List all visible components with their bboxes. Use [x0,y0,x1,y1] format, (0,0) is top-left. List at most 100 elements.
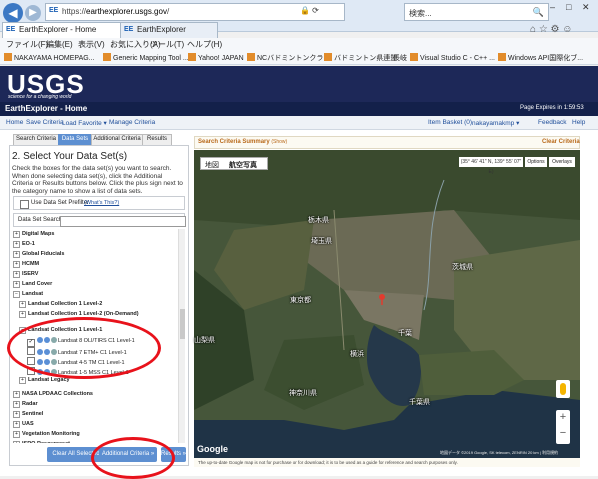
data-set-search-label: Data Set Search: [18,217,64,223]
expand-icon[interactable]: + [13,391,20,398]
search-icon[interactable]: 🔍 [533,7,544,18]
data-set-category[interactable]: + Landsat Legacy [19,377,70,384]
expand-icon[interactable]: + [13,231,20,238]
expand-icon[interactable]: + [19,311,26,318]
link-home[interactable]: Home [6,119,23,126]
user-menu[interactable]: nakayamakmp ▾ [472,119,519,127]
prefilter-row: Use Data Set Prefilter (What's This?) [13,196,185,210]
prefilter-checkbox[interactable] [20,200,29,209]
link-manage-criteria[interactable]: Manage Criteria [109,119,155,126]
collapse-icon[interactable]: − [13,291,20,298]
browser-search-input[interactable]: 検索... 🔍 [404,3,549,21]
satellite-map[interactable] [194,150,580,458]
menu-bar: ファイル(F) 編集(E) 表示(V) お気に入り(A) ツール(T) ヘルプ(… [0,38,598,51]
link-save-criteria[interactable]: Save Criteria [26,119,64,126]
map-attribution[interactable]: 地図データ ©2019 Google, SK telecom, ZENRIN 2… [440,450,558,456]
expand-icon[interactable]: + [13,421,20,428]
expand-icon[interactable]: + [19,301,26,308]
data-set-category[interactable]: + Land Cover [13,281,52,288]
zoom-control: + − [556,410,570,444]
fav-item[interactable]: NCバドミントンクラブ [247,53,330,63]
map-label: 埼玉県 [311,238,332,245]
data-set-label: Vegetation Monitoring [22,431,80,437]
step-title: 2. Select Your Data Set(s) [12,151,128,162]
fav-item[interactable]: NAKAYAMA HOMEPAG... [4,53,95,62]
data-set-category[interactable]: + Global Fiducials [13,251,64,258]
data-set-label: Sentinel [22,411,44,417]
back-button[interactable]: ◀ [3,3,23,23]
lock-refresh-icons[interactable]: 🔒 ⟳ [300,6,319,15]
tab-earthexplorer-home[interactable]: EEEarthExplorer - Home✕ [2,22,135,38]
street-view-pegman-icon[interactable] [556,380,570,398]
google-logo: Google [197,444,228,454]
expand-icon[interactable]: + [13,251,20,258]
map-label: 東京都 [290,297,311,304]
tree-scrollbar[interactable] [178,229,185,443]
map-label: 横浜 [350,351,364,358]
link-load-favorite[interactable]: Load Favorite ▾ [62,119,107,127]
map-options-button[interactable]: Options [525,157,547,167]
fav-item[interactable]: Generic Mapping Tool ... [103,53,189,62]
favorites-bar: NAKAYAMA HOMEPAG... Generic Mapping Tool… [0,51,598,65]
menu-view[interactable]: 表示(V) [78,39,105,50]
data-set-category[interactable]: + Sentinel [13,411,43,418]
map-type-satellite[interactable]: 航空写真 [229,160,257,170]
zoom-in-icon[interactable]: + [556,411,570,423]
link-help[interactable]: Help [572,119,585,126]
fav-item[interactable]: Visual Studio C - C++ ... [410,53,495,62]
criteria-summary-title[interactable]: Search Criteria Summary (Show) [198,139,287,145]
data-set-search-input[interactable] [60,216,186,227]
expand-icon[interactable]: + [13,441,20,443]
data-set-search-row: Data Set Search: [13,213,186,227]
data-set-category[interactable]: + EO-1 [13,241,35,248]
maximize-icon[interactable]: □ [566,2,571,12]
data-set-category[interactable]: + Digital Maps [13,231,54,238]
data-set-label: UAS [22,421,34,427]
map-type-map[interactable]: 地図 [205,160,219,170]
expand-icon[interactable]: + [13,271,20,278]
fav-item[interactable]: Yahoo! JAPAN [188,53,244,62]
data-set-category[interactable]: +ISRO Resourcesat [13,441,70,443]
menu-file[interactable]: ファイル(F) [6,39,48,50]
fav-item[interactable]: 長岐 [393,53,407,63]
map-overlays-button[interactable]: Overlays [549,157,575,167]
menu-help[interactable]: ヘルプ(H) [187,39,222,50]
data-set-category[interactable]: + UAS [13,421,34,428]
menu-edit[interactable]: 編集(E) [46,39,73,50]
menu-tools[interactable]: ツール(T) [150,39,184,50]
map-imagery [194,150,580,458]
data-set-category[interactable]: + Landsat Collection 1 Level-2 [19,301,102,308]
expand-icon[interactable]: + [13,281,20,288]
data-set-category[interactable]: + NASA LPDAAC Collections [13,391,93,398]
fav-item[interactable]: Windows API国際化ブ... [498,53,583,63]
whats-this-link[interactable]: (What's This?) [84,200,119,206]
data-set-category[interactable]: + ISERV [13,271,38,278]
annotation-ring-landsat [7,317,161,379]
expand-icon[interactable]: + [13,431,20,438]
zoom-out-icon[interactable]: − [556,427,570,439]
close-window-icon[interactable]: ✕ [582,2,590,13]
clear-criteria-link[interactable]: Clear Criteria [542,139,580,145]
data-set-category[interactable]: + HCMM [13,261,39,268]
map-disclaimer: The up-to-date Google map is not for pur… [194,458,580,467]
data-set-label: Global Fiducials [22,251,65,257]
data-set-category[interactable]: + Radar [13,401,38,408]
link-feedback[interactable]: Feedback [538,119,567,126]
fav-item[interactable]: バドミントン県連盟 [324,53,397,63]
expand-icon[interactable]: + [19,377,26,384]
expand-icon[interactable]: + [13,261,20,268]
expand-icon[interactable]: + [13,401,20,408]
minimize-icon[interactable]: – [550,2,555,12]
expand-icon[interactable]: + [13,241,20,248]
forward-button[interactable]: ▶ [25,5,41,21]
coordinate-readout: (35° 46' 41" N, 139° 55' 07" E) [459,157,523,175]
data-set-category[interactable]: + Vegetation Monitoring [13,431,80,438]
instructions-text: Check the boxes for the data set(s) you … [12,165,183,195]
item-basket-link[interactable]: Item Basket (0) [428,119,472,126]
data-set-category[interactable]: − Landsat [13,291,43,298]
expand-icon[interactable]: + [13,411,20,418]
site-favicon: EE [49,7,59,14]
tab-earthexplorer[interactable]: EE EarthExplorer [120,22,218,38]
home-star-gear-icons[interactable]: ⌂ ☆ ⚙ ☺ [530,24,573,35]
app-title: EarthExplorer - Home [5,104,88,113]
